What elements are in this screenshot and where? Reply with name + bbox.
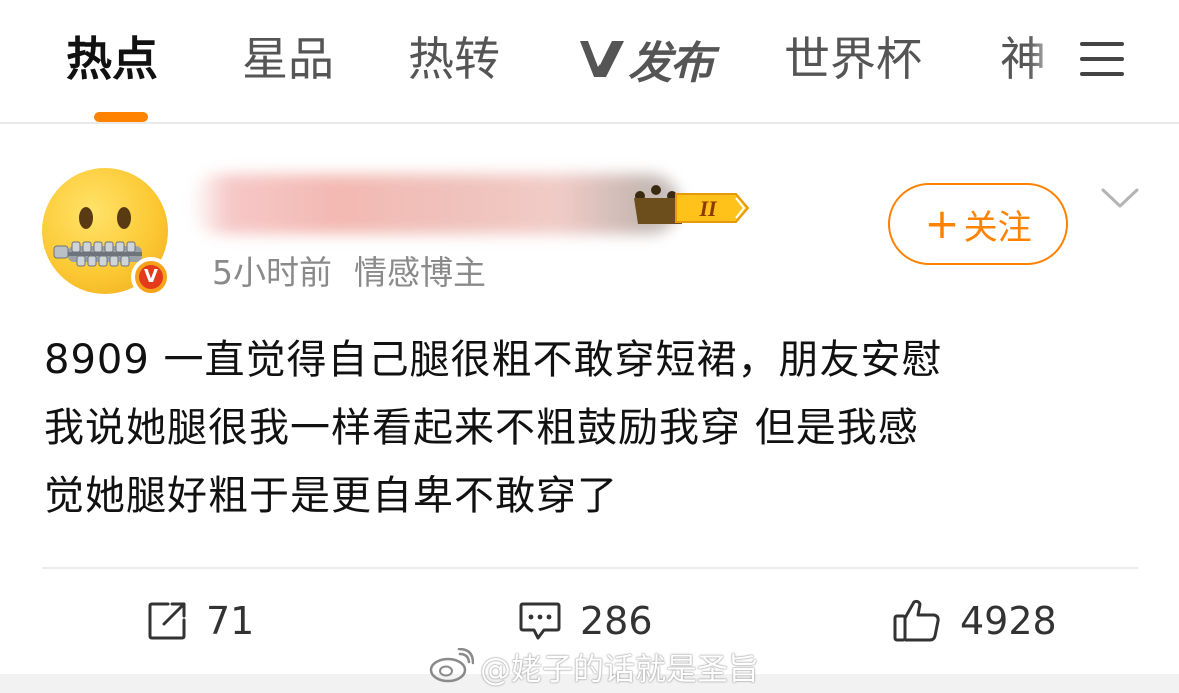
verified-mark: V (139, 265, 163, 289)
active-tab-indicator (94, 112, 148, 122)
comment-button[interactable]: 286 (518, 596, 653, 646)
repost-count: 71 (206, 599, 255, 643)
like-count: 4928 (960, 599, 1057, 643)
watermark: @姥子的话就是圣旨 (428, 644, 759, 688)
tab-star-products[interactable]: 星品 (242, 30, 334, 88)
tab-world-cup[interactable]: 世界杯 (784, 30, 922, 88)
plus-icon: + (924, 199, 960, 248)
comment-icon (519, 602, 561, 640)
v-logo-icon (580, 41, 624, 77)
follow-label: 关注 (963, 207, 1032, 248)
post-text-line: 我说她腿很我一样看起来不粗鼓励我穿 但是我感 (44, 405, 919, 451)
tab-hot-repost[interactable]: 热转 (408, 30, 500, 88)
post-body: 8909 一直觉得自己腿很粗不敢穿短裙，朋友安慰 我说她腿很我一样看起来不粗鼓励… (44, 326, 1124, 530)
post-meta: 5小时前 情感博主 (212, 246, 486, 294)
repost-icon (148, 602, 186, 640)
comment-count: 286 (580, 599, 653, 643)
like-button[interactable]: 4928 (892, 596, 1057, 646)
menu-icon[interactable] (1080, 40, 1124, 78)
author-tag: 情感博主 (354, 253, 486, 292)
verified-v-badge-icon: V (131, 257, 171, 297)
follow-button[interactable]: + 关注 (888, 183, 1068, 265)
tab-publish-label: 发布 (628, 38, 714, 89)
watermark-text: @姥子的话就是圣旨 (480, 651, 759, 688)
thumbs-up-icon (893, 599, 940, 642)
repost-button[interactable]: 71 (146, 596, 254, 646)
username-blurred[interactable] (190, 174, 680, 234)
tab-publish[interactable]: 发布 (578, 34, 714, 89)
weibo-logo-icon (429, 648, 474, 683)
tab-hot[interactable]: 热点 (66, 30, 158, 88)
crown-level-badge-icon: II (634, 185, 750, 224)
post-text-line: 觉她腿好粗于是更自卑不敢穿了 (44, 473, 618, 519)
level-badge-text: II (698, 196, 718, 221)
divider (42, 567, 1138, 569)
top-tab-bar: 热点 星品 热转 发布 世界杯 神 (0, 0, 1179, 124)
chevron-down-icon[interactable] (1100, 186, 1140, 210)
tab-fade-overlay (1028, 20, 1068, 100)
post-text-line: 8909 一直觉得自己腿很粗不敢穿短裙，朋友安慰 (44, 337, 943, 383)
post-time: 5小时前 (212, 253, 332, 292)
